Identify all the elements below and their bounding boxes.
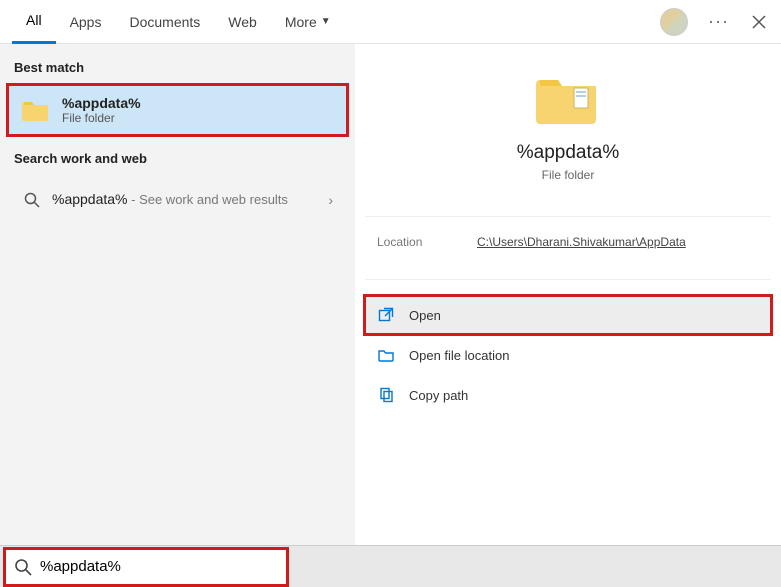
- section-search-work-web: Search work and web: [0, 145, 355, 172]
- more-options-button[interactable]: ···: [708, 11, 729, 32]
- tab-web[interactable]: Web: [214, 0, 271, 44]
- chevron-right-icon: ›: [328, 192, 333, 208]
- tab-label: More: [285, 14, 317, 30]
- search-input[interactable]: [40, 558, 278, 575]
- close-icon: [752, 15, 766, 29]
- user-avatar[interactable]: [660, 8, 688, 36]
- chevron-down-icon: ▼: [321, 16, 331, 27]
- action-label: Open file location: [409, 348, 509, 363]
- web-result-title: %appdata%: [52, 191, 128, 207]
- action-open-location[interactable]: Open file location: [365, 336, 771, 374]
- web-result-suffix: - See work and web results: [128, 192, 288, 207]
- folder-open-icon: [377, 346, 395, 364]
- search-icon: [22, 186, 42, 214]
- header: All Apps Documents Web More ▼ ···: [0, 0, 781, 44]
- location-path[interactable]: C:\Users\Dharani.Shivakumar\AppData: [477, 235, 759, 249]
- tab-label: Documents: [129, 14, 200, 30]
- folder-icon: [22, 96, 50, 124]
- divider: [365, 279, 771, 280]
- preview-title: %appdata%: [365, 142, 771, 164]
- results-pane: Best match %appdata% File folder Search …: [0, 44, 355, 545]
- taskbar-search[interactable]: [6, 550, 286, 584]
- result-title: %appdata%: [62, 95, 141, 111]
- tab-label: Web: [228, 14, 257, 30]
- tab-more[interactable]: More ▼: [271, 0, 345, 44]
- taskbar: [0, 545, 781, 587]
- action-copy-path[interactable]: Copy path: [365, 376, 771, 414]
- close-button[interactable]: [749, 12, 769, 32]
- web-search-result[interactable]: %appdata% - See work and web results ›: [8, 176, 347, 224]
- folder-large-icon: [536, 74, 600, 126]
- action-label: Open: [409, 308, 441, 323]
- section-best-match: Best match: [0, 54, 355, 81]
- tab-all[interactable]: All: [12, 0, 56, 44]
- search-icon: [14, 558, 32, 576]
- preview-pane: %appdata% File folder Location C:\Users\…: [355, 44, 781, 545]
- action-open[interactable]: Open: [365, 296, 771, 334]
- location-row: Location C:\Users\Dharani.Shivakumar\App…: [365, 233, 771, 263]
- tab-label: Apps: [70, 14, 102, 30]
- location-label: Location: [377, 235, 477, 249]
- preview-subtitle: File folder: [365, 168, 771, 182]
- result-subtitle: File folder: [62, 111, 141, 125]
- open-icon: [377, 306, 395, 324]
- tab-bar: All Apps Documents Web More ▼: [12, 0, 345, 44]
- tab-label: All: [26, 12, 42, 28]
- action-label: Copy path: [409, 388, 468, 403]
- tab-documents[interactable]: Documents: [115, 0, 214, 44]
- divider: [365, 216, 771, 217]
- best-match-result[interactable]: %appdata% File folder: [8, 85, 347, 135]
- tab-apps[interactable]: Apps: [56, 0, 116, 44]
- copy-icon: [377, 386, 395, 404]
